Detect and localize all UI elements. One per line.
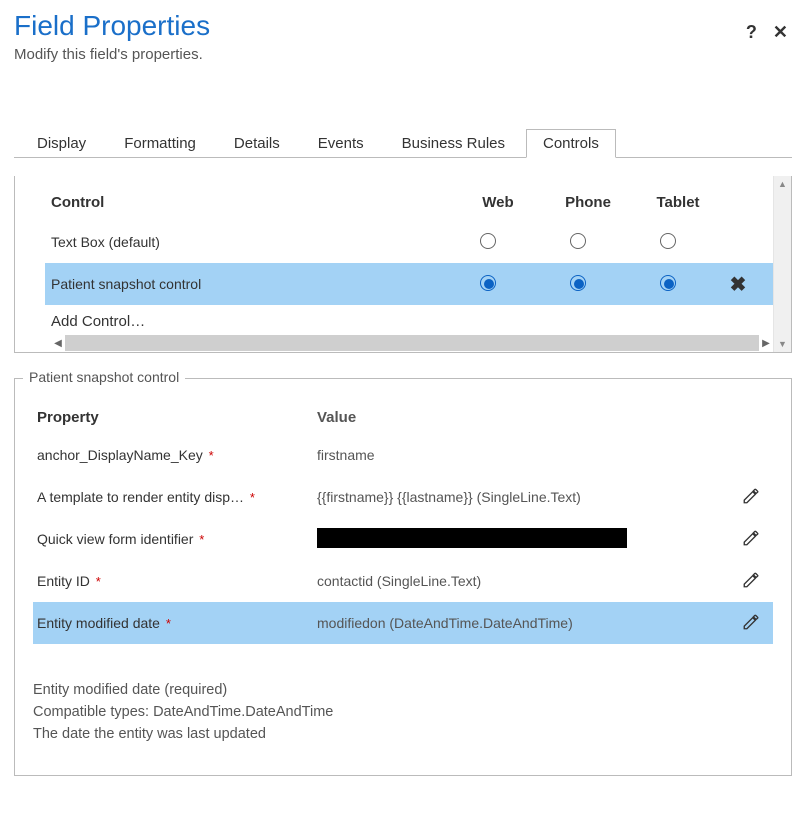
- tab-details[interactable]: Details: [217, 129, 297, 158]
- controls-header-row: Control Web Phone Tablet: [45, 194, 773, 221]
- tab-strip: DisplayFormattingDetailsEventsBusiness R…: [14, 128, 792, 158]
- property-value: [313, 528, 729, 551]
- dialog-header: Field Properties Modify this field's pro…: [0, 0, 806, 83]
- property-name: Entity ID *: [33, 573, 313, 589]
- property-row[interactable]: Entity ID *contactid (SingleLine.Text): [33, 560, 773, 602]
- control-properties-fieldset: Patient snapshot control Property Value …: [14, 378, 792, 776]
- property-value: contactid (SingleLine.Text): [313, 573, 729, 589]
- property-row[interactable]: Entity modified date *modifiedon (DateAn…: [33, 602, 773, 644]
- property-value: firstname: [313, 447, 729, 463]
- tab-events[interactable]: Events: [301, 129, 381, 158]
- property-description: Entity modified date (required) Compatib…: [33, 680, 773, 745]
- radio-phone[interactable]: [570, 233, 586, 249]
- properties-header-value: Value: [313, 409, 729, 426]
- controls-hscrollbar[interactable]: ◀ ▶: [45, 334, 773, 352]
- required-asterisk-icon: *: [250, 490, 255, 505]
- radio-web[interactable]: [480, 233, 496, 249]
- tab-controls[interactable]: Controls: [526, 129, 616, 158]
- required-asterisk-icon: *: [96, 574, 101, 589]
- required-asterisk-icon: *: [166, 616, 171, 631]
- property-desc-line1: Entity modified date (required): [33, 680, 773, 702]
- edit-property-icon[interactable]: [742, 613, 760, 634]
- radio-tablet[interactable]: [660, 275, 676, 291]
- controls-vscrollbar[interactable]: ▲ ▼: [773, 176, 791, 352]
- property-desc-line3: The date the entity was last updated: [33, 724, 773, 746]
- scroll-up-icon[interactable]: ▲: [778, 176, 787, 192]
- delete-control-icon[interactable]: ✖: [730, 274, 747, 296]
- edit-property-icon[interactable]: [742, 571, 760, 592]
- tab-display[interactable]: Display: [20, 129, 103, 158]
- controls-header-phone: Phone: [543, 194, 633, 211]
- property-row[interactable]: A template to render entity disp… *{{fir…: [33, 476, 773, 518]
- tab-business-rules[interactable]: Business Rules: [385, 129, 522, 158]
- property-value: modifiedon (DateAndTime.DateAndTime): [313, 615, 729, 631]
- control-row[interactable]: Text Box (default): [45, 221, 773, 263]
- controls-header-control: Control: [45, 194, 453, 211]
- help-icon[interactable]: ?: [746, 22, 757, 43]
- property-row[interactable]: anchor_DisplayName_Key *firstname: [33, 434, 773, 476]
- controls-header-web: Web: [453, 194, 543, 211]
- dialog-subtitle: Modify this field's properties.: [14, 46, 792, 63]
- property-name: anchor_DisplayName_Key *: [33, 447, 313, 463]
- dialog-title: Field Properties: [14, 10, 792, 42]
- property-desc-line2: Compatible types: DateAndTime.DateAndTim…: [33, 702, 773, 724]
- tab-formatting[interactable]: Formatting: [107, 129, 213, 158]
- required-asterisk-icon: *: [209, 448, 214, 463]
- edit-property-icon[interactable]: [742, 487, 760, 508]
- scroll-left-icon[interactable]: ◀: [51, 338, 65, 349]
- radio-tablet[interactable]: [660, 233, 676, 249]
- control-name: Patient snapshot control: [45, 276, 443, 292]
- redacted-value: [317, 528, 627, 548]
- property-name: Quick view form identifier *: [33, 531, 313, 547]
- properties-header-row: Property Value: [33, 397, 773, 434]
- control-row[interactable]: Patient snapshot control ✖: [45, 263, 773, 305]
- close-icon[interactable]: ✕: [773, 22, 788, 43]
- controls-panel: Control Web Phone Tablet Text Box (defau…: [14, 176, 792, 353]
- property-name: Entity modified date *: [33, 615, 313, 631]
- scroll-right-icon[interactable]: ▶: [759, 338, 773, 349]
- add-control-link[interactable]: Add Control…: [45, 305, 773, 330]
- edit-property-icon[interactable]: [742, 529, 760, 550]
- required-asterisk-icon: *: [199, 532, 204, 547]
- controls-header-tablet: Tablet: [633, 194, 723, 211]
- properties-header-property: Property: [33, 409, 313, 426]
- property-row[interactable]: Quick view form identifier *: [33, 518, 773, 560]
- scroll-h-track[interactable]: [65, 335, 759, 351]
- fieldset-legend: Patient snapshot control: [23, 369, 185, 385]
- scroll-down-icon[interactable]: ▼: [778, 336, 787, 352]
- radio-phone[interactable]: [570, 275, 586, 291]
- radio-web[interactable]: [480, 275, 496, 291]
- control-name: Text Box (default): [45, 234, 443, 250]
- property-value: {{firstname}} {{lastname}} (SingleLine.T…: [313, 489, 729, 505]
- property-name: A template to render entity disp… *: [33, 489, 313, 505]
